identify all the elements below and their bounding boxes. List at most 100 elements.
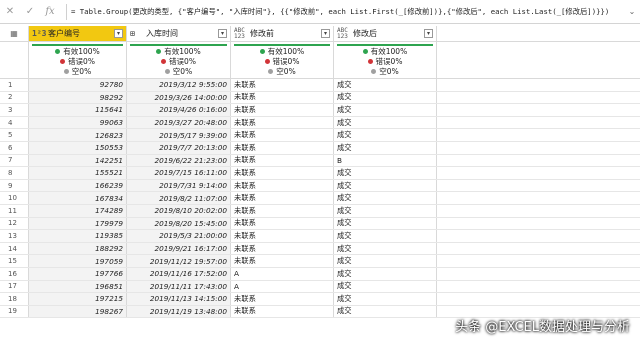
table-row[interactable]: 6 150553 2019/7/7 20:13:00 未联系 成交 xyxy=(0,141,640,155)
cell-customer-id[interactable]: 99063 xyxy=(29,116,127,129)
cell-stock-time[interactable]: 2019/3/26 14:00:00 xyxy=(127,91,231,104)
cell-before[interactable]: 未联系 xyxy=(231,129,334,141)
table-row[interactable]: 14 188292 2019/9/21 16:17:00 未联系 成交 xyxy=(0,242,640,256)
column-header-after[interactable]: ABC 123 修改后 ▾ xyxy=(334,26,437,41)
cell-after[interactable]: 成交 xyxy=(334,116,437,129)
cell-stock-time[interactable]: 2019/9/21 16:17:00 xyxy=(127,242,231,255)
cell-before[interactable]: A xyxy=(231,267,334,280)
cell-customer-id[interactable]: 142251 xyxy=(29,154,127,167)
row-number[interactable]: 6 xyxy=(0,141,29,154)
column-header-stock-time[interactable]: ⊞ 入库时间 ▾ xyxy=(127,26,231,41)
formula-input[interactable]: = Table.Group(更改的类型, {"客户编号", "入库时间"}, {… xyxy=(71,7,624,17)
cell-after[interactable]: 成交 xyxy=(334,104,437,116)
cell-after[interactable]: 成交 xyxy=(334,280,437,293)
cell-before[interactable]: 未联系 xyxy=(231,230,334,242)
cell-customer-id[interactable]: 198267 xyxy=(29,305,127,318)
cell-customer-id[interactable]: 98292 xyxy=(29,91,127,104)
row-number[interactable]: 3 xyxy=(0,104,29,116)
cell-customer-id[interactable]: 126823 xyxy=(29,129,127,141)
cell-customer-id[interactable]: 188292 xyxy=(29,242,127,255)
cell-stock-time[interactable]: 2019/6/22 21:23:00 xyxy=(127,154,231,167)
cell-stock-time[interactable]: 2019/8/20 15:45:00 xyxy=(127,217,231,230)
row-number[interactable]: 16 xyxy=(0,267,29,280)
cell-before[interactable]: 未联系 xyxy=(231,293,334,305)
table-row[interactable]: 16 197766 2019/11/16 17:52:00 A 成交 xyxy=(0,267,640,281)
cell-stock-time[interactable]: 2019/4/26 0:16:00 xyxy=(127,104,231,116)
table-row[interactable]: 10 167834 2019/8/2 11:07:00 未联系 成交 xyxy=(0,192,640,205)
filter-dropdown-icon[interactable]: ▾ xyxy=(424,29,433,38)
cell-after[interactable]: 成交 xyxy=(334,217,437,230)
cell-before[interactable]: 未联系 xyxy=(231,154,334,167)
any-type-icon[interactable]: ABC 123 xyxy=(337,27,353,40)
cell-after[interactable]: 成交 xyxy=(334,204,437,217)
cell-before[interactable]: 未联系 xyxy=(231,79,334,91)
cell-before[interactable]: 未联系 xyxy=(231,104,334,116)
confirm-icon[interactable]: ✓ xyxy=(20,0,40,24)
cell-customer-id[interactable]: 174289 xyxy=(29,204,127,217)
table-row[interactable]: 2 98292 2019/3/26 14:00:00 未联系 成交 xyxy=(0,91,640,105)
cell-stock-time[interactable]: 2019/3/12 9:55:00 xyxy=(127,79,231,91)
row-number[interactable]: 19 xyxy=(0,305,29,318)
table-row[interactable]: 4 99063 2019/3/27 20:48:00 未联系 成交 xyxy=(0,116,640,130)
cell-stock-time[interactable]: 2019/11/13 14:15:00 xyxy=(127,293,231,305)
cell-stock-time[interactable]: 2019/11/16 17:52:00 xyxy=(127,267,231,280)
cell-stock-time[interactable]: 2019/5/3 21:00:00 xyxy=(127,230,231,242)
row-number[interactable]: 13 xyxy=(0,230,29,242)
expand-formula-icon[interactable]: ⌄ xyxy=(624,7,640,16)
cell-after[interactable]: 成交 xyxy=(334,305,437,318)
cell-before[interactable]: A xyxy=(231,280,334,293)
row-number[interactable]: 2 xyxy=(0,91,29,104)
table-row[interactable]: 17 196851 2019/11/11 17:43:00 A 成交 xyxy=(0,280,640,294)
cell-customer-id[interactable]: 197215 xyxy=(29,293,127,305)
cell-before[interactable]: 未联系 xyxy=(231,242,334,255)
table-row[interactable]: 9 166239 2019/7/31 9:14:00 未联系 成交 xyxy=(0,179,640,193)
cell-stock-time[interactable]: 2019/11/19 13:48:00 xyxy=(127,305,231,318)
cell-before[interactable]: 未联系 xyxy=(231,91,334,104)
cell-after[interactable]: 成交 xyxy=(334,230,437,242)
row-number[interactable]: 14 xyxy=(0,242,29,255)
filter-dropdown-icon[interactable]: ▾ xyxy=(218,29,227,38)
cell-before[interactable]: 未联系 xyxy=(231,141,334,154)
table-row[interactable]: 12 179979 2019/8/20 15:45:00 未联系 成交 xyxy=(0,217,640,231)
cell-before[interactable]: 未联系 xyxy=(231,204,334,217)
cell-customer-id[interactable]: 150553 xyxy=(29,141,127,154)
cell-customer-id[interactable]: 197766 xyxy=(29,267,127,280)
table-row[interactable]: 18 197215 2019/11/13 14:15:00 未联系 成交 xyxy=(0,293,640,306)
cell-stock-time[interactable]: 2019/7/31 9:14:00 xyxy=(127,179,231,192)
cell-stock-time[interactable]: 2019/5/17 9:39:00 xyxy=(127,129,231,141)
row-number[interactable]: 4 xyxy=(0,116,29,129)
cell-stock-time[interactable]: 2019/8/2 11:07:00 xyxy=(127,192,231,204)
cell-stock-time[interactable]: 2019/7/15 16:11:00 xyxy=(127,167,231,179)
cell-after[interactable]: 成交 xyxy=(334,167,437,179)
cell-stock-time[interactable]: 2019/8/10 20:02:00 xyxy=(127,204,231,217)
number-type-icon[interactable]: 1²3 xyxy=(32,29,48,37)
row-number[interactable]: 8 xyxy=(0,167,29,179)
datetime-type-icon[interactable]: ⊞ xyxy=(130,29,146,37)
cell-customer-id[interactable]: 196851 xyxy=(29,280,127,293)
row-number[interactable]: 12 xyxy=(0,217,29,230)
table-row[interactable]: 5 126823 2019/5/17 9:39:00 未联系 成交 xyxy=(0,129,640,142)
cell-customer-id[interactable]: 115641 xyxy=(29,104,127,116)
cell-after[interactable]: 成交 xyxy=(334,255,437,267)
cell-after[interactable]: 成交 xyxy=(334,179,437,192)
cancel-icon[interactable]: ✕ xyxy=(0,0,20,24)
table-row[interactable]: 3 115641 2019/4/26 0:16:00 未联系 成交 xyxy=(0,104,640,117)
cell-after[interactable]: 成交 xyxy=(334,141,437,154)
fx-icon[interactable]: fx xyxy=(40,0,60,24)
row-number[interactable]: 9 xyxy=(0,179,29,192)
cell-customer-id[interactable]: 166239 xyxy=(29,179,127,192)
cell-customer-id[interactable]: 155521 xyxy=(29,167,127,179)
cell-after[interactable]: 成交 xyxy=(334,129,437,141)
cell-customer-id[interactable]: 119385 xyxy=(29,230,127,242)
cell-before[interactable]: 未联系 xyxy=(231,192,334,204)
cell-before[interactable]: 未联系 xyxy=(231,167,334,179)
row-number[interactable]: 7 xyxy=(0,154,29,167)
cell-stock-time[interactable]: 2019/11/11 17:43:00 xyxy=(127,280,231,293)
cell-stock-time[interactable]: 2019/11/12 19:57:00 xyxy=(127,255,231,267)
cell-customer-id[interactable]: 197059 xyxy=(29,255,127,267)
row-number[interactable]: 10 xyxy=(0,192,29,204)
table-row[interactable]: 7 142251 2019/6/22 21:23:00 未联系 B xyxy=(0,154,640,168)
column-header-customer-id[interactable]: 1²3 客户编号 ▾ xyxy=(29,26,127,41)
cell-before[interactable]: 未联系 xyxy=(231,116,334,129)
cell-after[interactable]: 成交 xyxy=(334,293,437,305)
